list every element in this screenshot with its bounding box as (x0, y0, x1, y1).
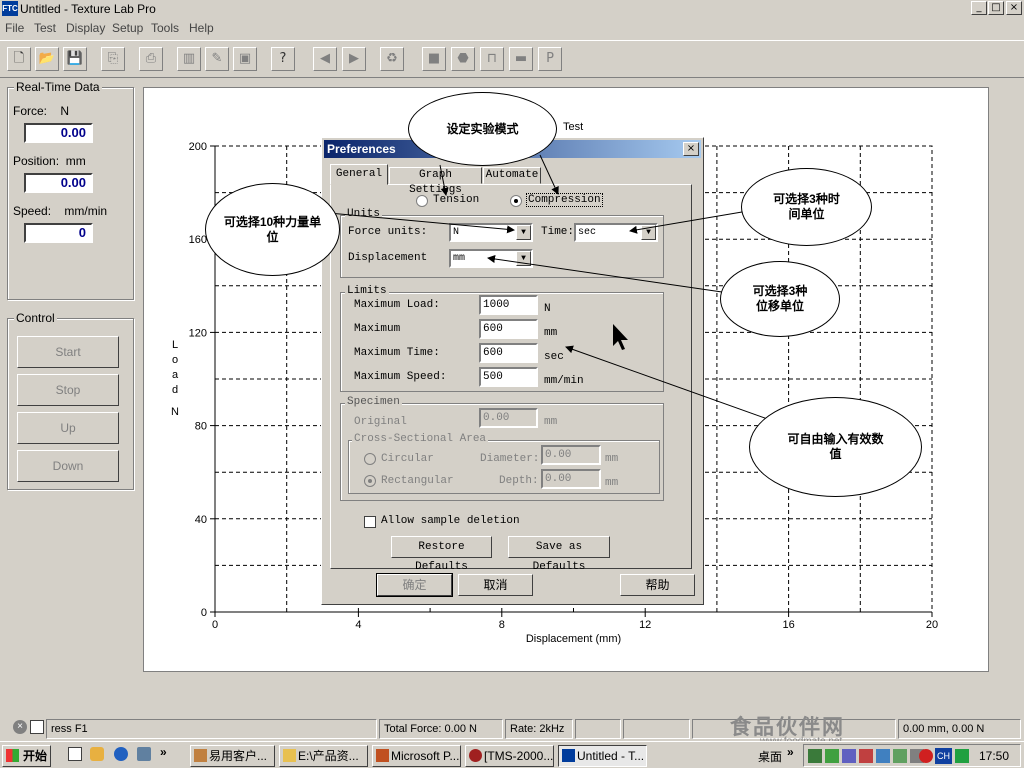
quicklaunch-ie-icon[interactable] (114, 747, 128, 761)
task-4-label: [TMS-2000... (484, 749, 554, 763)
task-1[interactable]: 易用客户... (190, 745, 275, 767)
clock: 17:50 (979, 749, 1010, 763)
chevron-right-icon[interactable]: » (160, 745, 167, 759)
start-label: 开始 (23, 749, 48, 763)
callout-disp-units: 可选择3种位移单位 (720, 261, 840, 337)
status-position: 0.00 mm, 0.00 N (898, 719, 1021, 739)
task-5-active[interactable]: Untitled - T... (558, 745, 647, 767)
tray-icon-9[interactable] (955, 749, 969, 763)
desktop-toolbar-label[interactable]: 桌面 (758, 748, 782, 765)
close-circle-icon[interactable]: × (13, 720, 27, 734)
callout-force-units: 可选择10种力量单位 (205, 183, 340, 276)
powerpoint-icon (376, 749, 389, 762)
tray-icon-5[interactable] (876, 749, 890, 763)
tray-icon-8[interactable] (919, 749, 933, 763)
taskbar: 开始 » 易用客户... E:\产品资... Microsoft P... [T… (0, 741, 1024, 768)
chevron-right-icon[interactable]: » (787, 745, 794, 759)
callout-time-units: 可选择3种时间单位 (741, 168, 872, 246)
system-tray: CH 17:50 (803, 744, 1021, 767)
status-bar: × ress F1 Total Force: 0.00 N Rate: 2kHz… (0, 717, 1024, 740)
tray-icon-3[interactable] (842, 749, 856, 763)
status-total-force: Total Force: 0.00 N (379, 719, 503, 739)
arrow-mode-tension (439, 164, 449, 196)
task-5-label: Untitled - T... (577, 749, 645, 763)
start-button[interactable]: 开始 (2, 745, 51, 767)
quicklaunch-desktop-icon[interactable] (68, 747, 82, 761)
language-indicator[interactable]: CH (935, 748, 952, 764)
folder-icon (283, 749, 296, 762)
callout-free-input: 可自由输入有效数值 (749, 397, 922, 497)
status-empty-1 (575, 719, 621, 739)
quicklaunch-folder-icon[interactable] (90, 747, 104, 761)
windows-logo-icon (6, 749, 19, 762)
tray-icon-2[interactable] (825, 749, 839, 763)
quicklaunch-app-icon[interactable] (137, 747, 151, 761)
arrow-mode-compression (539, 154, 559, 195)
task-4-icon (469, 749, 482, 762)
arrow-free-input (565, 345, 791, 428)
arrow-force-units (317, 211, 515, 234)
tray-icon-4[interactable] (859, 749, 873, 763)
status-rate: Rate: 2kHz (505, 719, 573, 739)
tray-icon-1[interactable] (808, 749, 822, 763)
tray-icon-6[interactable] (893, 749, 907, 763)
arrow-disp-units (487, 255, 723, 293)
window-icon[interactable] (30, 720, 44, 734)
task-4[interactable]: [TMS-2000... (465, 745, 554, 767)
task-2-label: E:\产品资... (298, 749, 359, 763)
task-3[interactable]: Microsoft P... (372, 745, 461, 767)
task-1-icon (194, 749, 207, 762)
status-help: ress F1 (46, 719, 377, 739)
task-1-label: 易用客户... (209, 749, 268, 763)
task-2[interactable]: E:\产品资... (279, 745, 368, 767)
status-empty-2 (623, 719, 690, 739)
arrow-time-units (629, 211, 743, 234)
callout-mode: 设定实验模式 (408, 92, 557, 166)
app-icon (562, 749, 575, 762)
mouse-cursor-icon (613, 324, 628, 350)
task-3-label: Microsoft P... (391, 749, 460, 763)
